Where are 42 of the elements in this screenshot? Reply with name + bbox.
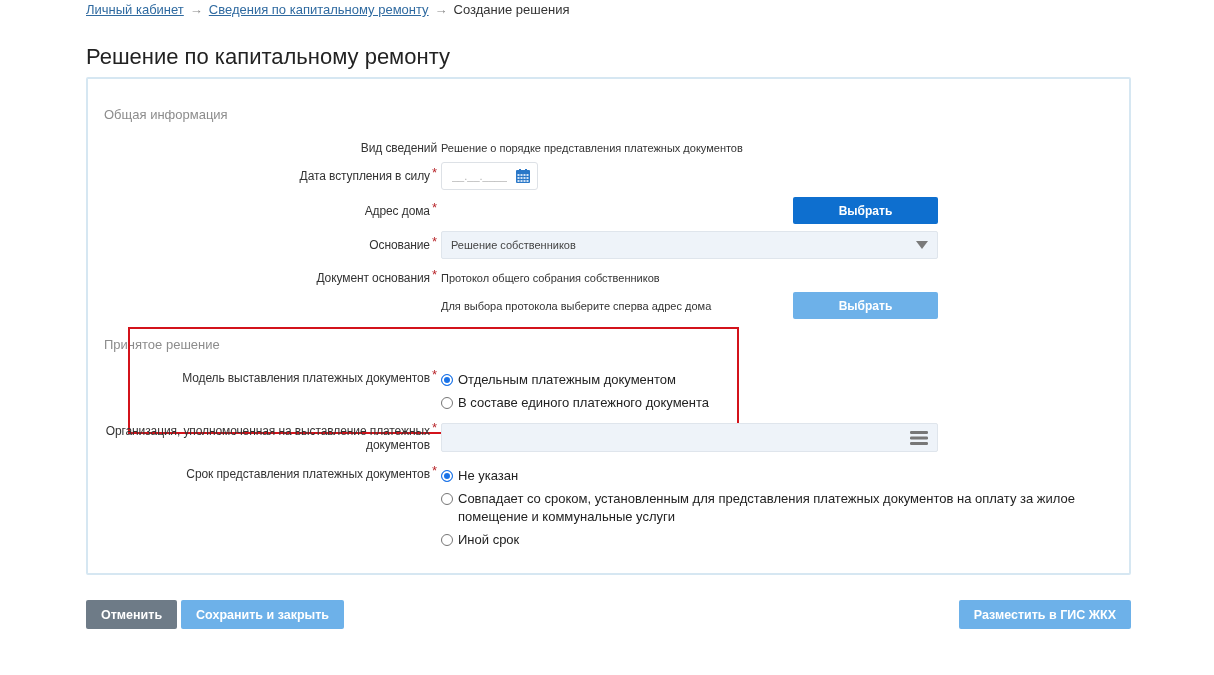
breadcrumb-separator: → (434, 2, 448, 18)
radio-label: В составе единого платежного документа (458, 394, 710, 412)
required-mark: * (431, 201, 437, 214)
breadcrumb-link[interactable]: Сведения по капитальному ремонту (208, 2, 429, 18)
required-mark: * (431, 236, 437, 248)
field-label: Дата вступления в силу (299, 169, 430, 183)
field-label: Адрес дома (364, 203, 430, 218)
menu-icon[interactable] (910, 430, 928, 445)
radio-button[interactable] (441, 534, 453, 546)
cancel-button[interactable]: Отменить (86, 600, 178, 629)
required-mark: * (431, 369, 437, 381)
required-mark: * (431, 167, 437, 179)
page-title: Решение по капитальному ремонту (86, 44, 451, 70)
date-field[interactable]: __.__.____ (441, 162, 538, 190)
radio-button[interactable] (441, 374, 453, 386)
radio-button[interactable] (441, 397, 453, 409)
section-title: Общая информация (104, 107, 229, 123)
breadcrumb-separator: → (189, 2, 203, 18)
required-mark: * (431, 421, 437, 434)
hint-text: Для выбора протокола выберите сперва адрес дома (441, 298, 712, 313)
radio-button[interactable] (441, 470, 453, 482)
breadcrumb-current: Создание решения (453, 2, 570, 18)
caret-icon (916, 241, 928, 249)
field-value: Решение о порядке представления платежных документов (441, 141, 743, 155)
radio-label: Не указан (458, 467, 519, 485)
radio-button[interactable] (441, 493, 453, 505)
field-label: Основание (369, 238, 430, 252)
breadcrumb-link[interactable]: Личный кабинет (86, 2, 184, 18)
radio-label: Совпадает со сроком, установленным для представления платежных документов на оплату за жилое помещение и коммунальные услуги (458, 490, 1076, 526)
field-value: Протокол общего собрания собственников (441, 271, 661, 285)
field-label: Срок представления платежных документов (186, 467, 430, 481)
dropdown-field[interactable]: Решение собственников (441, 231, 938, 259)
calendar-icon[interactable] (516, 169, 530, 183)
required-mark: * (431, 465, 437, 477)
field-label: Вид сведений (360, 141, 437, 155)
lookup-field[interactable] (441, 423, 938, 452)
select-button[interactable]: Выбрать (793, 197, 938, 224)
field-label: Модель выставления платежных документов (182, 371, 430, 385)
radio-label: Отдельным платежным документом (458, 371, 676, 389)
field-label: Документ основания (316, 271, 430, 285)
required-mark: * (431, 269, 437, 281)
radio-label: Иной срок (458, 531, 520, 549)
